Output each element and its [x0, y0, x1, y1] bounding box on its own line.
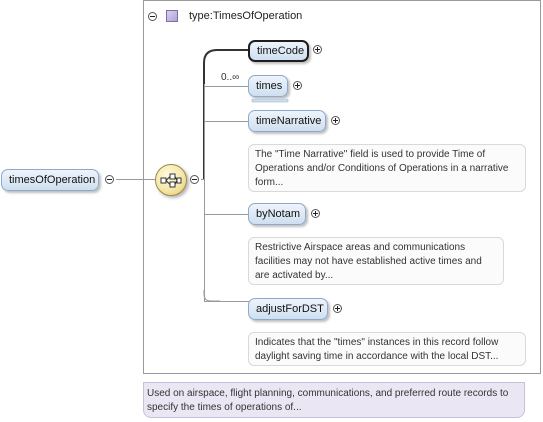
expand-timeNarrative-icon[interactable] — [331, 116, 340, 125]
type-header: type:TimesOfOperation — [148, 9, 302, 23]
trunk-line — [204, 84, 205, 302]
root-connector — [116, 179, 156, 180]
timeCode-label: timeCode — [257, 45, 305, 57]
branch-times — [204, 86, 249, 87]
times-repeat-shadow — [251, 99, 289, 103]
sequence-glyph-icon — [160, 173, 182, 188]
adjustForDST-doc: Indicates that the "times" instances in … — [248, 332, 526, 366]
collapse-root-icon[interactable] — [105, 175, 114, 184]
root-element-node[interactable]: timesOfOperation — [1, 169, 99, 191]
element-timeNarrative[interactable]: timeNarrative — [248, 110, 326, 132]
complex-type-icon — [166, 10, 178, 22]
collapse-type-icon[interactable] — [148, 11, 157, 21]
adjustForDST-label: adjustForDST — [256, 303, 324, 315]
expand-byNotam-icon[interactable] — [311, 209, 320, 218]
collapse-sequence-icon[interactable] — [190, 175, 199, 184]
byNotam-doc: Restrictive Airspace areas and communica… — [248, 237, 504, 285]
trunk-bottom-curve — [203, 290, 220, 302]
expand-timeCode-icon[interactable] — [313, 45, 322, 54]
root-element-label: timesOfOperation — [9, 174, 96, 186]
root-documentation: Used on airspace, flight planning, commu… — [143, 382, 525, 418]
element-adjustForDST[interactable]: adjustForDST — [248, 298, 328, 320]
type-label: type:TimesOfOperation — [189, 10, 303, 22]
branch-timeNarrative — [204, 121, 249, 122]
times-label: times — [256, 80, 283, 92]
sequence-compositor-icon[interactable] — [155, 164, 187, 196]
expand-adjustForDST-icon[interactable] — [333, 304, 342, 313]
byNotam-label: byNotam — [256, 208, 301, 220]
element-times[interactable]: times — [248, 75, 288, 97]
timeNarrative-doc: The "Time Narrative" field is used to pr… — [248, 144, 526, 192]
timeNarrative-label: timeNarrative — [256, 115, 322, 127]
element-timeCode[interactable]: timeCode — [248, 40, 309, 62]
times-multiplicity: 0..∞ — [221, 72, 240, 83]
branch-byNotam — [204, 214, 249, 215]
element-byNotam[interactable]: byNotam — [248, 203, 306, 225]
expand-times-icon[interactable] — [293, 81, 302, 90]
